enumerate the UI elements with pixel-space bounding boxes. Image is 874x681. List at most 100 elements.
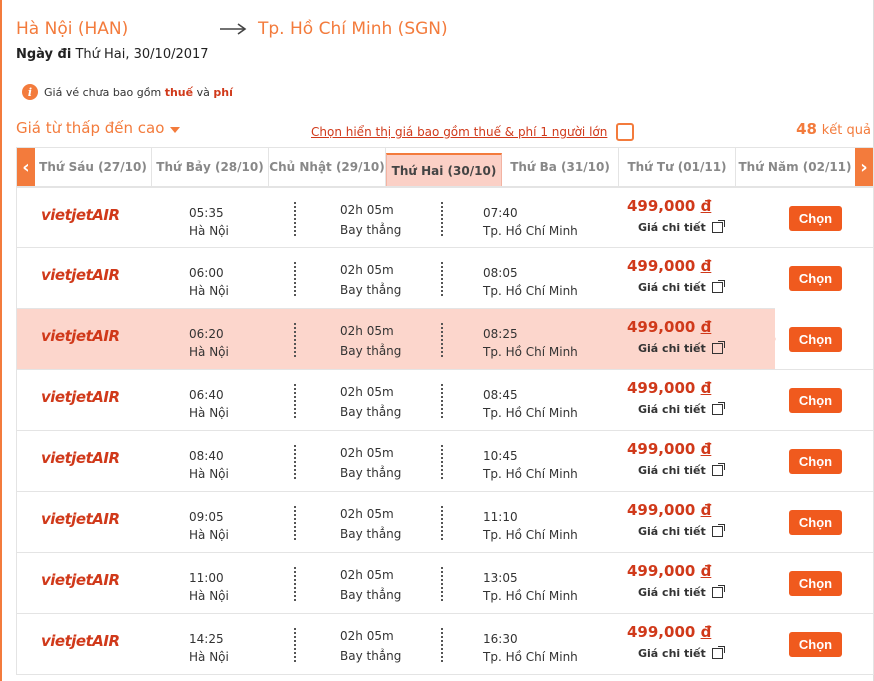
- vietjet-logo-icon: vietjetAIR: [41, 510, 120, 528]
- price-detail-link[interactable]: Giá chi tiết: [638, 524, 725, 538]
- external-link-icon[interactable]: [711, 646, 725, 659]
- flight-row[interactable]: vietjetAIR 06:40 Hà Nội 02h 05m Bay thẳn…: [16, 370, 874, 431]
- price-detail-label[interactable]: Giá chi tiết: [638, 342, 706, 355]
- price-detail-label[interactable]: Giá chi tiết: [638, 647, 706, 660]
- departure-city: Hà Nội: [189, 284, 229, 298]
- vietjet-logo-icon: vietjetAIR: [41, 327, 120, 345]
- arrival-time: 11:10: [483, 510, 518, 524]
- dotted-divider: [294, 628, 296, 662]
- choose-button[interactable]: Chọn: [789, 266, 842, 291]
- dotted-divider: [294, 506, 296, 540]
- date-tab-label[interactable]: Thứ Tư (01/11): [627, 160, 726, 174]
- departure-info: 05:35 Hà Nội: [189, 204, 229, 240]
- duration-info: 02h 05m Bay thẳng: [340, 321, 401, 361]
- flight-stops: Bay thẳng: [340, 344, 402, 358]
- sort-dropdown[interactable]: Giá từ thấp đến cao: [16, 119, 181, 137]
- price-detail-link[interactable]: Giá chi tiết: [638, 646, 725, 660]
- logo-brand: vietjet: [41, 266, 93, 284]
- departure-info: 06:00 Hà Nội: [189, 264, 229, 300]
- flight-row[interactable]: vietjetAIR 09:05 Hà Nội 02h 05m Bay thẳn…: [16, 492, 874, 553]
- flight-stops: Bay thẳng: [340, 283, 402, 297]
- price-detail-link[interactable]: Giá chi tiết: [638, 402, 725, 416]
- price-detail-link[interactable]: Giá chi tiết: [638, 585, 725, 599]
- flight-row[interactable]: vietjetAIR 14:25 Hà Nội 02h 05m Bay thẳn…: [16, 614, 874, 675]
- price-detail-label[interactable]: Giá chi tiết: [638, 281, 706, 294]
- logo-brand: vietjet: [41, 388, 93, 406]
- external-link-icon[interactable]: [711, 585, 725, 598]
- price-detail-link[interactable]: Giá chi tiết: [638, 220, 725, 234]
- fare-currency: đ: [700, 562, 712, 580]
- price-detail-label[interactable]: Giá chi tiết: [638, 586, 706, 599]
- flight-duration: 02h 05m: [340, 263, 394, 277]
- date-tab-label[interactable]: Thứ Ba (31/10): [510, 160, 610, 174]
- external-link-icon[interactable]: [711, 402, 725, 415]
- fare-amount: 499,000: [627, 440, 696, 458]
- date-tab-label[interactable]: Chủ Nhật (29/10): [269, 160, 384, 174]
- logo-air: AIR: [92, 571, 120, 589]
- external-link-icon[interactable]: [711, 341, 725, 354]
- dotted-divider: [441, 202, 443, 236]
- choose-button[interactable]: Chọn: [789, 206, 842, 231]
- departure-city: Hà Nội: [189, 650, 229, 664]
- price-detail-label[interactable]: Giá chi tiết: [638, 525, 706, 538]
- choose-button[interactable]: Chọn: [789, 510, 842, 535]
- external-link-icon[interactable]: [711, 463, 725, 476]
- origin-city: Hà Nội (HAN): [16, 19, 129, 39]
- flight-row[interactable]: vietjetAIR 06:00 Hà Nội 02h 05m Bay thẳn…: [16, 248, 874, 309]
- choose-button[interactable]: Chọn: [789, 449, 842, 474]
- fare-amount: 499,000: [627, 379, 696, 397]
- logo-brand: vietjet: [41, 571, 93, 589]
- fare-amount: 499,000: [627, 318, 696, 336]
- date-tab-label[interactable]: Thứ Hai (30/10): [392, 164, 497, 178]
- price-detail-link[interactable]: Giá chi tiết: [638, 463, 725, 477]
- flight-row[interactable]: vietjetAIR 05:35 Hà Nội 02h 05m Bay thẳn…: [16, 187, 874, 248]
- price-detail-link[interactable]: Giá chi tiết: [638, 280, 725, 294]
- flight-row[interactable]: vietjetAIR 11:00 Hà Nội 02h 05m Bay thẳn…: [16, 553, 874, 614]
- include-tax-checkbox[interactable]: [616, 123, 635, 141]
- vietjet-logo-icon: vietjetAIR: [41, 632, 120, 650]
- departure-city: Hà Nội: [189, 345, 229, 359]
- external-link-icon[interactable]: [711, 524, 725, 537]
- price-detail-label[interactable]: Giá chi tiết: [638, 464, 706, 477]
- arrival-info: 08:25 Tp. Hồ Chí Minh: [483, 325, 578, 361]
- fare-amount: 499,000: [627, 501, 696, 519]
- choose-button[interactable]: Chọn: [789, 632, 842, 657]
- choose-button[interactable]: Chọn: [789, 571, 842, 596]
- departure-label: Ngày đi: [16, 47, 72, 62]
- fare-currency: đ: [700, 257, 712, 275]
- date-tab[interactable]: Thứ Năm (02/11): [736, 148, 854, 186]
- choose-button[interactable]: Chọn: [789, 327, 842, 352]
- external-link-icon[interactable]: [711, 280, 725, 293]
- logo-brand: vietjet: [41, 206, 93, 224]
- fare-price: 499,000 đ: [627, 440, 711, 458]
- date-tab-active[interactable]: Thứ Hai (30/10): [386, 153, 502, 186]
- include-tax-toggle[interactable]: Chọn hiển thị giá bao gồm thuế & phí 1 n…: [311, 123, 635, 141]
- notice-fee: phí: [213, 85, 233, 99]
- date-tab[interactable]: Thứ Sáu (27/10): [35, 148, 152, 186]
- dotted-divider: [294, 567, 296, 601]
- price-detail-label[interactable]: Giá chi tiết: [638, 221, 706, 234]
- fare-amount: 499,000: [627, 257, 696, 275]
- date-tab-label[interactable]: Thứ Bảy (28/10): [156, 160, 263, 174]
- arrival-city: Tp. Hồ Chí Minh: [483, 528, 578, 542]
- date-tab[interactable]: Thứ Bảy (28/10): [152, 148, 269, 186]
- left-frame-border: [0, 0, 2, 681]
- price-detail-label[interactable]: Giá chi tiết: [638, 403, 706, 416]
- arrival-info: 07:40 Tp. Hồ Chí Minh: [483, 204, 578, 240]
- date-tab[interactable]: Chủ Nhật (29/10): [269, 148, 386, 186]
- date-tab[interactable]: Thứ Tư (01/11): [619, 148, 736, 186]
- results-number: 48: [796, 120, 817, 138]
- chevron-right-icon[interactable]: ›: [855, 148, 873, 186]
- choose-button[interactable]: Chọn: [789, 388, 842, 413]
- flight-row[interactable]: vietjetAIR 06:20 Hà Nội 02h 05m Bay thẳn…: [16, 308, 874, 370]
- external-link-icon[interactable]: [711, 220, 725, 233]
- date-tab-label[interactable]: Thứ Năm (02/11): [738, 160, 851, 174]
- flight-row[interactable]: vietjetAIR 08:40 Hà Nội 02h 05m Bay thẳn…: [16, 431, 874, 492]
- include-tax-label[interactable]: Chọn hiển thị giá bao gồm thuế & phí 1 n…: [311, 125, 607, 139]
- chevron-left-icon[interactable]: ‹: [17, 148, 35, 186]
- date-tab-label[interactable]: Thứ Sáu (27/10): [39, 160, 147, 174]
- fare-price: 499,000 đ: [627, 257, 711, 275]
- flight-duration: 02h 05m: [340, 446, 394, 460]
- price-detail-link[interactable]: Giá chi tiết: [638, 341, 725, 355]
- date-tab[interactable]: Thứ Ba (31/10): [502, 148, 619, 186]
